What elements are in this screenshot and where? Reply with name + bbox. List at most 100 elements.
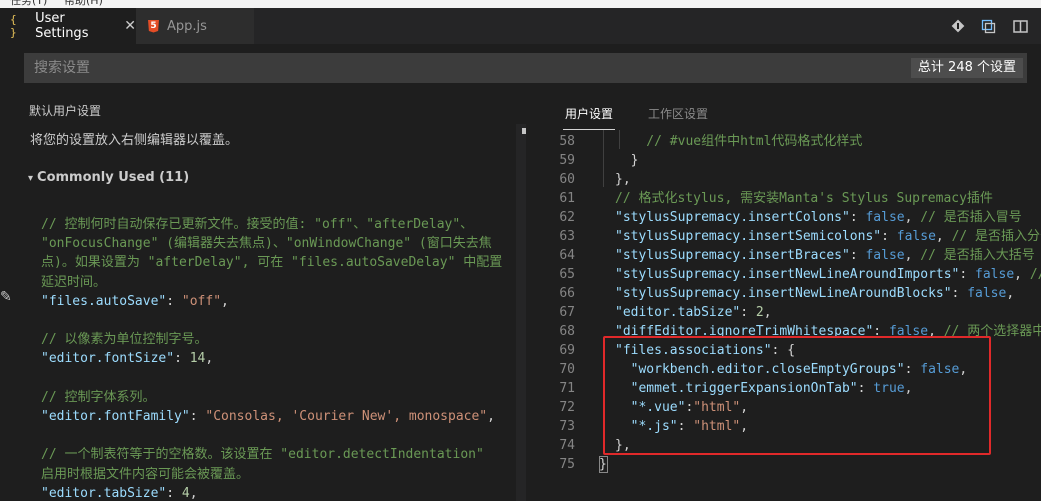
setting-value: "Consolas, 'Courier New', monospace" [205,409,488,424]
go-to-file-icon[interactable] [946,8,970,44]
tab-label: User Settings [35,11,89,41]
code-line: "stylusSupremacy.insertBraces": false, /… [615,246,1035,265]
code-token: "editor.tabSize" [615,305,741,320]
code-line: // 格式化stylus, 需安装Manta's Stylus Supremac… [615,189,993,208]
line-number: 63 [559,229,575,244]
setting-key: "editor.fontSize" [41,351,175,367]
line-number: 74 [559,438,575,453]
open-changes-icon[interactable] [976,8,1000,44]
code-token: "stylusSupremacy.insertColons" [615,210,850,225]
punctuation: : [166,485,182,501]
default-setting-line: "editor.fontSize": 14, [41,349,213,368]
default-setting-line: 点)。如果设置为 "afterDelay", 可在 "files.autoSav… [41,255,503,271]
code-line: } [615,151,639,170]
code-token: false [865,210,905,225]
code-token: "stylusSupremacy.insertBraces" [615,248,850,263]
search-input[interactable] [24,53,1027,83]
default-setting-line: // 以像素为单位控制字号。 [41,332,208,348]
code-line: }, [615,170,631,189]
tab-workspace-settings[interactable]: 工作区设置 [648,105,708,122]
line-number: 70 [559,362,575,377]
code-token: } [615,153,639,168]
code-token: , [904,210,921,225]
setting-key: "editor.fontFamily" [41,409,190,424]
code-line: "stylusSupremacy.insertNewLineAroundImpo… [615,265,1041,284]
line-number: 60 [559,172,575,187]
code-token: false [975,267,1015,282]
scroll-indicator [522,128,526,134]
code-token: : [849,248,866,263]
default-setting-line: // 控制字体系列。 [41,389,156,405]
line-number-gutter: 58 59 60 61 62 63 64 65 66 67 68 69 70 71 72 73 74 75 [527,130,575,501]
default-setting-line: "editor.fontFamily": "Consolas, 'Courier… [41,407,495,426]
line-number: 62 [559,210,575,225]
code-line: // #vue组件中html代码格式化样式 [615,132,862,151]
code-token: : [959,267,976,282]
default-setting-line: 启用时根据文件内容可能会被覆盖。 [41,466,250,482]
line-number: 68 [559,324,575,339]
line-number: 65 [559,267,575,282]
code-token: false [865,248,905,263]
line-number: 66 [559,286,575,301]
tab-user-settings[interactable]: { } User Settings ✕ [0,8,136,44]
default-setting-line: "onFocusChange" (编辑器失去焦点)、"onWindowChang… [41,236,492,252]
punctuation: , [189,485,198,501]
code-token: , [935,229,952,244]
line-number: 69 [559,343,575,358]
code-token: : [740,305,756,320]
scrollbar[interactable] [516,124,526,501]
code-line: "editor.tabSize": 2, [615,303,772,322]
punctuation: , [205,351,214,367]
menu-bar: 任务(T) 帮助(H) [0,0,1041,8]
indent-guide [603,130,604,187]
line-number: 67 [559,305,575,320]
code-line: "stylusSupremacy.insertColons": false, /… [615,208,1022,227]
code-token: // 是否插入冒号 [920,210,1022,225]
setting-value: 14 [189,351,206,367]
code-token: false [967,286,1007,301]
pane-title: 默认用户设置 [29,104,102,118]
tab-app-js[interactable]: 5 App.js [136,8,254,44]
settings-search-box: 总计 248 个设置 [24,53,1027,83]
code-token: : [849,210,866,225]
code-token: , [1006,286,1015,301]
split-editor-icon[interactable] [1008,8,1032,44]
code-token: : [881,229,897,244]
line-number: 59 [559,153,575,168]
chevron-down-icon: ▾ [28,173,34,184]
punctuation: , [487,409,495,424]
punctuation: : [174,351,190,367]
setting-key: "files.autoSave" [41,293,167,309]
setting-value: "off" [181,293,222,309]
code-token: "stylusSupremacy.insertNewLineAroundBloc… [615,286,952,301]
section-commonly-used[interactable]: ▾ Commonly Used (11) [28,170,189,185]
code-token: // #vue组件中html代码格式化样式 [615,134,863,149]
code-token: // 是否插入分号 [951,229,1041,244]
code-token: : [951,286,968,301]
highlight-annotation-box [603,336,991,455]
menu-item-tasks[interactable]: 任务(T) [10,0,47,8]
setting-value: 4 [181,485,190,501]
settings-target-tabs: 用户设置 工作区设置 [527,94,1041,130]
punctuation: : [189,409,206,424]
code-token: "stylusSupremacy.insertNewLineAroundImpo… [615,267,960,282]
code-token: // import之后 [1029,267,1041,282]
override-hint: 将您的设置放入右侧编辑器以覆盖。 [30,133,239,148]
line-number: 75 [559,457,575,472]
line-number: 61 [559,191,575,206]
code-token: "stylusSupremacy.insertSemicolons" [615,229,882,244]
code-token: , [763,305,772,320]
edit-pencil-icon[interactable]: ✎ [0,289,12,305]
code-line: "stylusSupremacy.insertSemicolons": fals… [615,227,1041,246]
settings-search-row: 总计 248 个设置 [0,44,1041,94]
close-icon[interactable]: ✕ [124,18,136,34]
tab-label: App.js [167,18,207,34]
json-braces-icon: { } [10,13,17,39]
default-setting-line: "files.autoSave": "off", [41,292,229,311]
code-line: "stylusSupremacy.insertNewLineAroundBloc… [615,284,1014,303]
bracket-match-cursor [599,456,608,473]
tab-user-settings-target[interactable]: 用户设置 [562,105,616,130]
menu-item-help[interactable]: 帮助(H) [64,0,103,8]
default-settings-pane: 默认用户设置 将您的设置放入右侧编辑器以覆盖。 ▾ Commonly Used (… [0,94,527,501]
default-setting-line: "editor.tabSize": 4, [41,484,198,501]
